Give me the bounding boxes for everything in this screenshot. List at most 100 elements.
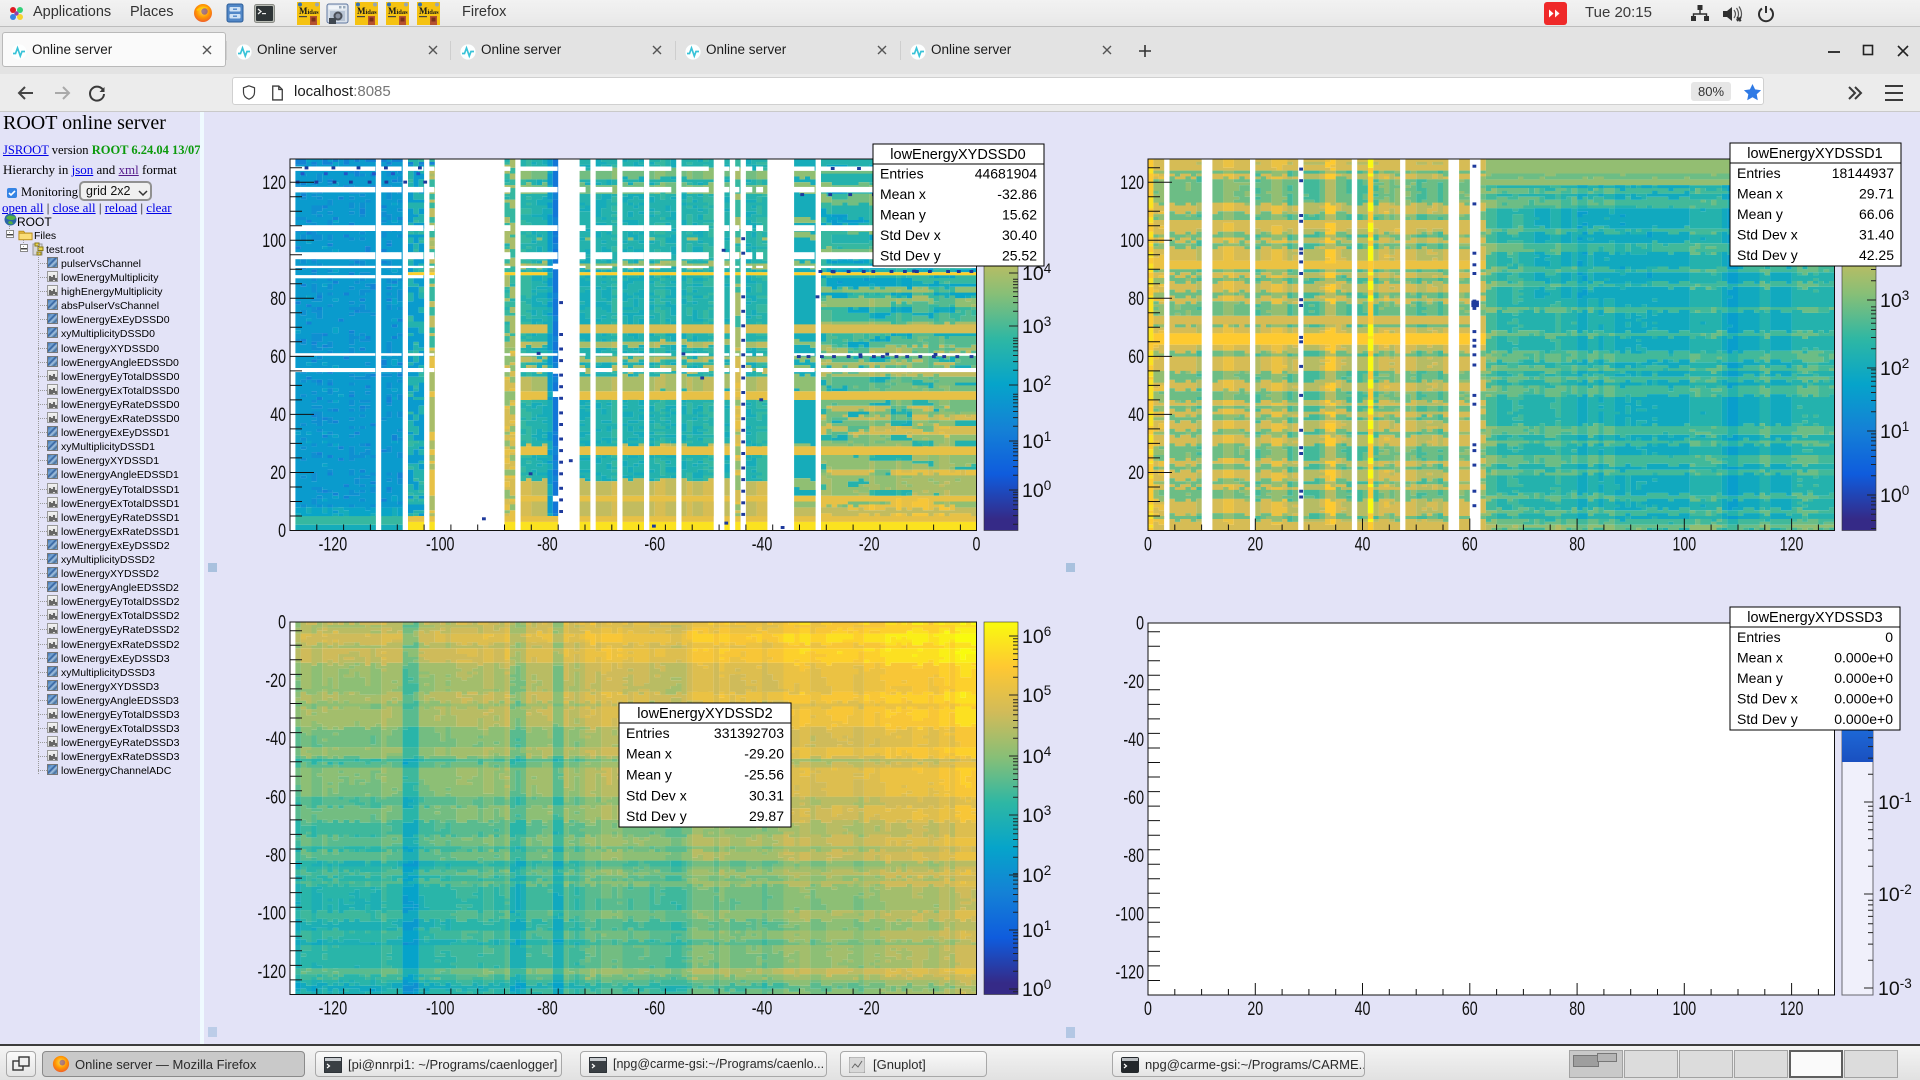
svg-text:101: 101 [1022, 429, 1051, 453]
svg-text:80: 80 [1569, 534, 1585, 556]
svg-text:-120: -120 [1116, 962, 1145, 984]
svg-text:0.000e+0: 0.000e+0 [1834, 649, 1893, 665]
svg-text:80: 80 [1569, 998, 1585, 1020]
svg-text:44681904: 44681904 [975, 166, 1038, 182]
svg-text:lowEnergyXYDSSD3: lowEnergyXYDSSD3 [1747, 610, 1882, 626]
svg-text:0: 0 [278, 520, 286, 542]
svg-text:-100: -100 [426, 534, 455, 556]
svg-text:Mean x: Mean x [1737, 185, 1783, 201]
svg-text:31.40: 31.40 [1859, 227, 1894, 243]
svg-text:100: 100 [1022, 977, 1051, 1001]
svg-text:331392703: 331392703 [714, 725, 784, 741]
svg-text:0.000e+0: 0.000e+0 [1834, 670, 1893, 686]
svg-text:100: 100 [1120, 230, 1144, 252]
svg-text:10-2: 10-2 [1878, 882, 1912, 906]
svg-text:Entries: Entries [1737, 165, 1781, 181]
svg-text:-100: -100 [258, 903, 287, 925]
svg-text:-80: -80 [537, 998, 558, 1020]
svg-text:30.31: 30.31 [749, 787, 784, 803]
svg-text:101: 101 [1880, 419, 1909, 443]
svg-text:60: 60 [1128, 346, 1144, 368]
svg-text:-60: -60 [265, 786, 286, 808]
svg-text:60: 60 [1462, 534, 1478, 556]
svg-text:42.25: 42.25 [1859, 247, 1894, 263]
svg-text:40: 40 [1355, 998, 1371, 1020]
svg-text:Mean x: Mean x [626, 746, 672, 762]
svg-text:10-3: 10-3 [1878, 976, 1912, 1000]
svg-text:-20: -20 [859, 534, 880, 556]
svg-text:-60: -60 [644, 534, 665, 556]
svg-text:18144937: 18144937 [1832, 165, 1895, 181]
svg-text:-60: -60 [1123, 787, 1144, 809]
svg-text:lowEnergyXYDSSD1: lowEnergyXYDSSD1 [1747, 146, 1882, 162]
svg-text:104: 104 [1022, 744, 1052, 768]
svg-text:-80: -80 [537, 534, 558, 556]
svg-text:Std Dev y: Std Dev y [626, 808, 687, 824]
svg-text:102: 102 [1022, 373, 1051, 397]
svg-text:102: 102 [1880, 356, 1909, 380]
svg-text:0: 0 [1144, 998, 1152, 1020]
svg-text:103: 103 [1022, 314, 1051, 338]
svg-text:0: 0 [1885, 629, 1893, 645]
svg-text:120: 120 [1120, 172, 1144, 194]
svg-text:103: 103 [1880, 288, 1909, 312]
svg-text:29.71: 29.71 [1859, 185, 1894, 201]
svg-text:-29.20: -29.20 [744, 746, 784, 762]
svg-text:Std Dev y: Std Dev y [1737, 247, 1798, 263]
svg-text:-20: -20 [265, 670, 286, 692]
svg-text:106: 106 [1022, 624, 1051, 648]
svg-text:0.000e+0: 0.000e+0 [1834, 711, 1893, 727]
svg-text:100: 100 [1880, 483, 1909, 507]
svg-text:-120: -120 [319, 998, 348, 1020]
svg-text:20: 20 [1247, 534, 1263, 556]
svg-text:30.40: 30.40 [1002, 227, 1037, 243]
svg-text:100: 100 [1672, 998, 1696, 1020]
svg-text:Std Dev x: Std Dev x [626, 787, 687, 803]
svg-text:40: 40 [1128, 404, 1144, 426]
svg-text:-40: -40 [752, 998, 773, 1020]
svg-text:Mean y: Mean y [626, 767, 672, 783]
svg-text:Mean y: Mean y [1737, 670, 1783, 686]
svg-text:Std Dev x: Std Dev x [880, 227, 941, 243]
svg-text:-20: -20 [1123, 671, 1144, 693]
svg-text:25.52: 25.52 [1002, 247, 1037, 263]
svg-text:102: 102 [1022, 863, 1051, 887]
svg-text:Std Dev x: Std Dev x [1737, 227, 1798, 243]
svg-text:100: 100 [1672, 534, 1696, 556]
svg-text:Std Dev y: Std Dev y [1737, 711, 1798, 727]
svg-text:20: 20 [270, 462, 286, 484]
svg-text:Std Dev y: Std Dev y [880, 247, 941, 263]
svg-text:-100: -100 [426, 998, 455, 1020]
svg-text:-20: -20 [859, 998, 880, 1020]
svg-text:-120: -120 [258, 961, 287, 983]
svg-text:100: 100 [262, 230, 286, 252]
svg-text:Entries: Entries [626, 725, 670, 741]
svg-text:lowEnergyXYDSSD0: lowEnergyXYDSSD0 [890, 147, 1025, 163]
svg-text:-40: -40 [1123, 729, 1144, 751]
svg-text:0.000e+0: 0.000e+0 [1834, 691, 1893, 707]
svg-text:80: 80 [270, 288, 286, 310]
svg-text:0: 0 [1136, 613, 1144, 635]
svg-text:Entries: Entries [1737, 629, 1781, 645]
svg-text:Std Dev x: Std Dev x [1737, 691, 1798, 707]
svg-text:-32.86: -32.86 [997, 186, 1037, 202]
svg-text:60: 60 [270, 346, 286, 368]
svg-text:Mean x: Mean x [1737, 649, 1783, 665]
svg-text:-60: -60 [644, 998, 665, 1020]
svg-text:-40: -40 [752, 534, 773, 556]
svg-text:120: 120 [1780, 534, 1804, 556]
svg-text:40: 40 [270, 404, 286, 426]
svg-text:Mean y: Mean y [1737, 206, 1783, 222]
svg-text:0: 0 [973, 534, 981, 556]
svg-text:20: 20 [1128, 462, 1144, 484]
svg-text:Entries: Entries [880, 166, 924, 182]
svg-text:Mean x: Mean x [880, 186, 926, 202]
svg-text:-40: -40 [265, 728, 286, 750]
svg-text:20: 20 [1247, 998, 1263, 1020]
svg-text:Mean y: Mean y [880, 207, 926, 223]
svg-text:29.87: 29.87 [749, 808, 784, 824]
svg-text:60: 60 [1462, 998, 1478, 1020]
svg-text:100: 100 [1022, 478, 1051, 502]
svg-text:-120: -120 [319, 534, 348, 556]
svg-text:105: 105 [1022, 683, 1051, 707]
